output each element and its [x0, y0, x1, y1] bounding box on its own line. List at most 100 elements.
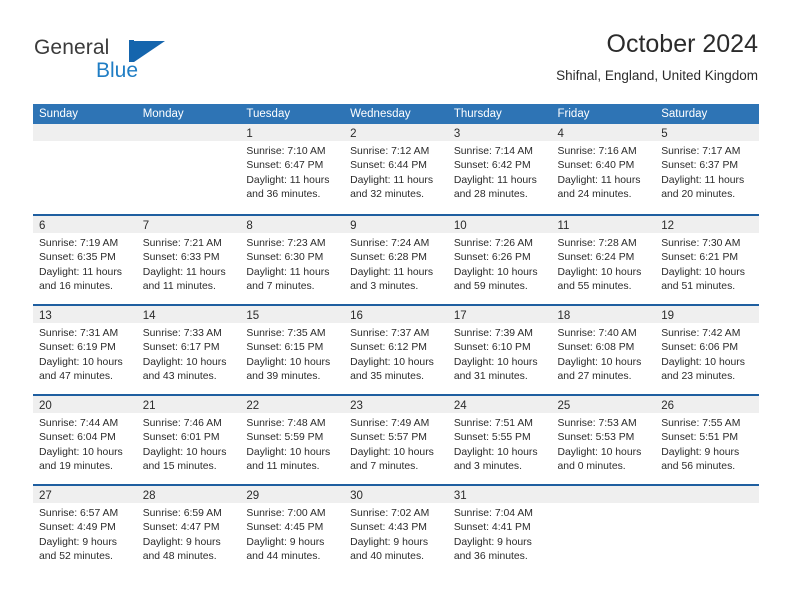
- calendar-day-cell[interactable]: 18 Sunrise: 7:40 AM Sunset: 6:08 PM Dayligh…: [551, 306, 656, 394]
- calendar-day-cell[interactable]: 24 Sunrise: 7:51 AM Sunset: 5:55 PM Dayligh…: [447, 396, 552, 484]
- calendar-day-cell[interactable]: 26 Sunrise: 7:55 AM Sunset: 5:51 PM Dayligh…: [655, 396, 759, 484]
- calendar-day-cell[interactable]: 31 Sunrise: 7:04 AM Sunset: 4:41 PM Dayligh…: [447, 486, 552, 574]
- day-number-band: 18: [551, 306, 656, 323]
- day-number: 20: [39, 400, 52, 412]
- calendar-day-cell[interactable]: 21 Sunrise: 7:46 AM Sunset: 6:01 PM Dayligh…: [136, 396, 241, 484]
- calendar-day-cell[interactable]: 4 Sunrise: 7:16 AM Sunset: 6:40 PM Daylight…: [551, 124, 656, 214]
- day-details: Sunrise: 7:37 AM Sunset: 6:12 PM Daylight:…: [344, 323, 448, 384]
- day-details: Sunrise: 7:31 AM Sunset: 6:19 PM Daylight:…: [33, 323, 137, 384]
- daylight-text: Daylight: 11 hours and 16 minutes.: [39, 266, 122, 292]
- calendar-day-cell[interactable]: 29 Sunrise: 7:00 AM Sunset: 4:45 PM Dayligh…: [240, 486, 345, 574]
- calendar-day-cell[interactable]: 3 Sunrise: 7:14 AM Sunset: 6:42 PM Daylight…: [447, 124, 552, 214]
- sunrise-text: Sunrise: 7:19 AM: [39, 238, 119, 249]
- day-number: 24: [453, 400, 467, 412]
- sunset-text: Sunset: 6:17 PM: [142, 342, 220, 354]
- day-number: 14: [142, 310, 156, 322]
- calendar-day-cell-empty: [655, 486, 759, 574]
- title-block: October 2024 Shifnal, England, United Ki…: [556, 28, 758, 85]
- calendar-day-cell[interactable]: 27 Sunrise: 6:57 AM Sunset: 4:49 PM Dayligh…: [33, 486, 137, 574]
- day-number: 18: [557, 310, 571, 322]
- daylight-text: Daylight: 11 hours and 32 minutes.: [350, 174, 434, 200]
- daylight-text: Daylight: 10 hours and 47 minutes.: [39, 356, 123, 382]
- day-number: 17: [453, 310, 467, 322]
- logo-text-general: General: [34, 36, 110, 59]
- sunrise-text: Sunrise: 7:49 AM: [350, 418, 430, 429]
- day-number-band: 20: [33, 396, 137, 413]
- daylight-text: Daylight: 10 hours and 0 minutes.: [557, 446, 642, 472]
- day-details: Sunrise: 7:14 AM Sunset: 6:42 PM Daylight:…: [448, 141, 552, 202]
- sunrise-text: Sunrise: 7:28 AM: [557, 238, 637, 249]
- calendar-week-row: 27 Sunrise: 6:57 AM Sunset: 4:49 PM Dayligh…: [33, 484, 759, 574]
- calendar-day-cell[interactable]: 1 Sunrise: 7:10 AM Sunset: 6:47 PM Daylight…: [240, 124, 345, 214]
- sunrise-text: Sunrise: 7:23 AM: [246, 238, 326, 249]
- calendar-day-cell[interactable]: 22 Sunrise: 7:48 AM Sunset: 5:59 PM Dayligh…: [240, 396, 345, 484]
- day-of-week-header-tuesday: Tuesday: [246, 108, 291, 120]
- day-number-band: 13: [33, 306, 137, 323]
- calendar-day-cell[interactable]: 15 Sunrise: 7:35 AM Sunset: 6:15 PM Dayligh…: [240, 306, 345, 394]
- sunset-text: Sunset: 4:45 PM: [246, 522, 324, 534]
- calendar-day-cell[interactable]: 23 Sunrise: 7:49 AM Sunset: 5:57 PM Dayligh…: [344, 396, 448, 484]
- daylight-text: Daylight: 11 hours and 20 minutes.: [661, 174, 745, 200]
- calendar-day-cell[interactable]: 17 Sunrise: 7:39 AM Sunset: 6:10 PM Dayligh…: [447, 306, 552, 394]
- calendar-day-cell[interactable]: 16 Sunrise: 7:37 AM Sunset: 6:12 PM Dayligh…: [344, 306, 448, 394]
- calendar-day-cell[interactable]: 11 Sunrise: 7:28 AM Sunset: 6:24 PM Dayligh…: [551, 216, 656, 304]
- day-details: Sunrise: 6:59 AM Sunset: 4:47 PM Daylight:…: [137, 503, 241, 564]
- calendar-day-cell[interactable]: 13 Sunrise: 7:31 AM Sunset: 6:19 PM Dayligh…: [33, 306, 137, 394]
- sunset-text: Sunset: 6:04 PM: [39, 432, 116, 444]
- sunset-text: Sunset: 6:44 PM: [350, 160, 427, 172]
- day-number: 21: [142, 400, 156, 412]
- logo-text-blue: Blue: [96, 59, 139, 82]
- calendar-day-cell[interactable]: 2 Sunrise: 7:12 AM Sunset: 6:44 PM Daylight…: [344, 124, 448, 214]
- daylight-text: Daylight: 11 hours and 11 minutes.: [142, 266, 226, 292]
- day-number: 28: [142, 490, 156, 502]
- sunset-text: Sunset: 6:08 PM: [557, 342, 635, 354]
- day-number: 31: [453, 490, 467, 502]
- sunrise-text: Sunrise: 7:46 AM: [142, 418, 222, 429]
- day-number-band: 9: [344, 216, 448, 233]
- day-details: Sunrise: 7:26 AM Sunset: 6:26 PM Daylight:…: [448, 233, 552, 294]
- calendar-day-cell[interactable]: 8 Sunrise: 7:23 AM Sunset: 6:30 PM Daylight…: [240, 216, 345, 304]
- day-number: 26: [661, 400, 675, 412]
- daylight-text: Daylight: 9 hours and 40 minutes.: [350, 536, 429, 562]
- calendar-day-cell[interactable]: 19 Sunrise: 7:42 AM Sunset: 6:06 PM Dayligh…: [655, 306, 759, 394]
- day-details: Sunrise: 7:33 AM Sunset: 6:17 PM Daylight:…: [137, 323, 241, 384]
- calendar-day-cell[interactable]: 9 Sunrise: 7:24 AM Sunset: 6:28 PM Daylight…: [344, 216, 448, 304]
- day-details: Sunrise: 7:16 AM Sunset: 6:40 PM Daylight:…: [552, 141, 656, 202]
- sunset-text: Sunset: 6:33 PM: [142, 252, 220, 264]
- calendar-day-cell[interactable]: 12 Sunrise: 7:30 AM Sunset: 6:21 PM Dayligh…: [655, 216, 759, 304]
- calendar-day-cell[interactable]: 10 Sunrise: 7:26 AM Sunset: 6:26 PM Dayligh…: [447, 216, 552, 304]
- sunset-text: Sunset: 5:59 PM: [246, 432, 324, 444]
- day-number-band: 3: [447, 124, 552, 141]
- day-details: Sunrise: 7:39 AM Sunset: 6:10 PM Daylight:…: [448, 323, 552, 384]
- day-number-band: 21: [136, 396, 241, 413]
- daylight-text: Daylight: 10 hours and 51 minutes.: [661, 266, 745, 292]
- day-number-band: [551, 486, 656, 503]
- calendar-day-cell[interactable]: 5 Sunrise: 7:17 AM Sunset: 6:37 PM Daylight…: [655, 124, 759, 214]
- sunset-text: Sunset: 6:30 PM: [246, 252, 324, 264]
- calendar-day-cell[interactable]: 28 Sunrise: 6:59 AM Sunset: 4:47 PM Dayligh…: [136, 486, 241, 574]
- daylight-text: Daylight: 10 hours and 11 minutes.: [246, 446, 331, 472]
- general-blue-logo[interactable]: General Blue: [34, 36, 264, 88]
- page-title: October 2024: [606, 30, 759, 58]
- sunrise-text: Sunrise: 7:26 AM: [453, 238, 533, 249]
- calendar-day-cell[interactable]: 30 Sunrise: 7:02 AM Sunset: 4:43 PM Dayligh…: [344, 486, 448, 574]
- sunset-text: Sunset: 5:53 PM: [557, 432, 635, 444]
- sunset-text: Sunset: 5:51 PM: [661, 432, 739, 444]
- calendar-day-cell[interactable]: 25 Sunrise: 7:53 AM Sunset: 5:53 PM Dayligh…: [551, 396, 656, 484]
- sunrise-text: Sunrise: 7:17 AM: [661, 146, 741, 157]
- sunrise-text: Sunrise: 7:14 AM: [453, 146, 533, 157]
- daylight-text: Daylight: 11 hours and 36 minutes.: [246, 174, 330, 200]
- sunrise-text: Sunrise: 7:02 AM: [350, 508, 430, 519]
- day-number: 9: [350, 220, 357, 232]
- sunrise-text: Sunrise: 7:48 AM: [246, 418, 326, 429]
- sunrise-text: Sunrise: 7:51 AM: [453, 418, 533, 429]
- daylight-text: Daylight: 9 hours and 52 minutes.: [39, 536, 117, 562]
- day-number-band: 11: [551, 216, 656, 233]
- calendar-day-cell[interactable]: 7 Sunrise: 7:21 AM Sunset: 6:33 PM Daylight…: [136, 216, 241, 304]
- day-of-week-header-friday: Friday: [557, 108, 590, 120]
- calendar-day-cell[interactable]: 20 Sunrise: 7:44 AM Sunset: 6:04 PM Dayligh…: [33, 396, 137, 484]
- calendar-day-cell[interactable]: 14 Sunrise: 7:33 AM Sunset: 6:17 PM Dayligh…: [136, 306, 241, 394]
- calendar-day-cell[interactable]: 6 Sunrise: 7:19 AM Sunset: 6:35 PM Daylight…: [33, 216, 137, 304]
- day-number: 25: [557, 400, 571, 412]
- calendar-day-cell-empty: [136, 124, 241, 214]
